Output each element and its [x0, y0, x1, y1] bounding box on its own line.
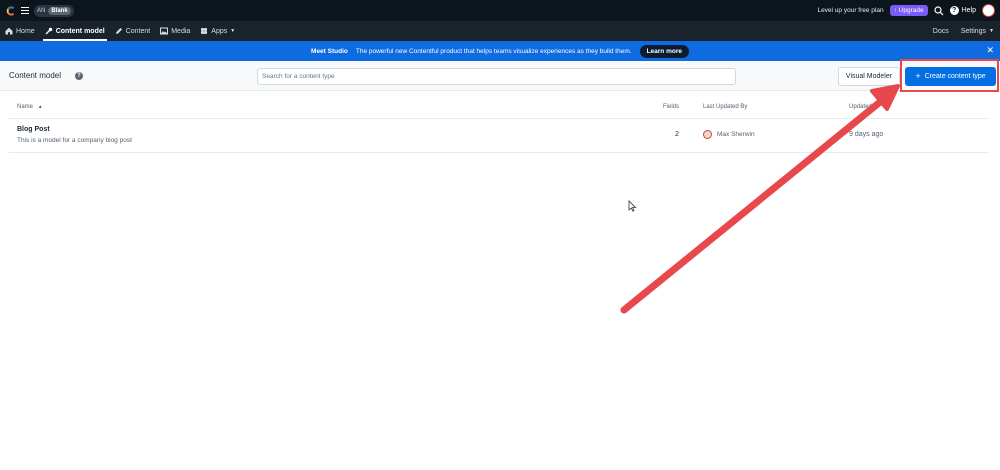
- annotation-arrow: [620, 84, 900, 314]
